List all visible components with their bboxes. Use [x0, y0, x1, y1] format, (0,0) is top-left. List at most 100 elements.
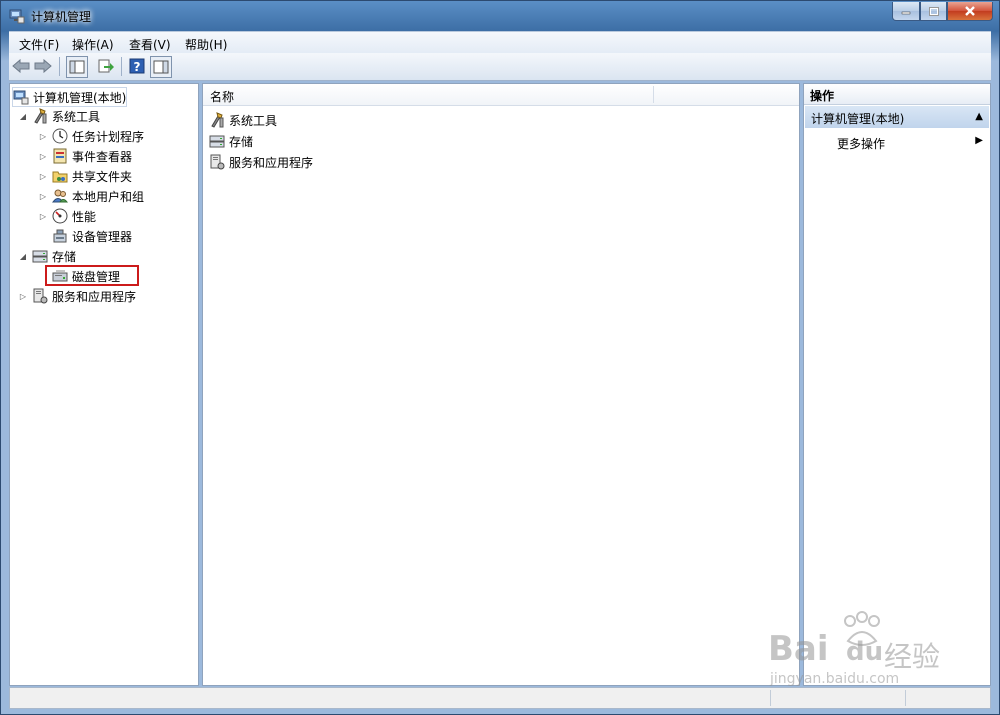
tree-item-label: 系统工具	[52, 109, 101, 124]
app-window: 计算机管理 文件(F) 操作(A) 查看(V) 帮助(H) ? 计算机管理(本地…	[0, 0, 1000, 715]
menu-bar: 文件(F) 操作(A) 查看(V) 帮助(H)	[9, 31, 991, 54]
tree-item-storage[interactable]: ◢ 存储	[18, 247, 76, 265]
actions-pane: 操作 计算机管理(本地) ▲ 更多操作 ▶	[803, 83, 991, 686]
collapsed-triangle-icon[interactable]: ▷	[38, 212, 48, 221]
close-button[interactable]	[947, 2, 993, 21]
menu-view[interactable]: 查看(V)	[129, 36, 171, 53]
show-hide-tree-button[interactable]	[66, 56, 88, 78]
watermark-url: jingyan.baidu.com	[770, 671, 900, 687]
watermark-cn: 经验	[884, 640, 941, 673]
collapsed-triangle-icon[interactable]: ▷	[38, 192, 48, 201]
tree-item-label: 本地用户和组	[72, 189, 145, 204]
tree-item-label: 事件查看器	[72, 149, 133, 164]
maximize-icon	[928, 6, 939, 16]
collapsed-triangle-icon[interactable]: ▷	[18, 292, 28, 301]
console-tree-icon	[69, 60, 85, 74]
device-manager-icon	[52, 228, 68, 244]
status-divider	[905, 690, 906, 706]
annotation-highlight-box	[45, 265, 139, 286]
forward-arrow-icon	[34, 59, 52, 73]
tree-item-label: 任务计划程序	[72, 129, 145, 144]
actions-section-computer-management[interactable]: 计算机管理(本地) ▲	[805, 106, 989, 128]
tree-item-task-scheduler[interactable]: ▷ 任务计划程序	[38, 127, 144, 145]
tree-item-performance[interactable]: ▷ 性能	[38, 207, 96, 225]
tree-item-label: 共享文件夹	[72, 169, 133, 184]
export-list-button[interactable]	[97, 57, 115, 75]
column-header-name[interactable]: 名称	[210, 88, 234, 105]
tree-item-services-apps[interactable]: ▷ 服务和应用程序	[18, 287, 136, 305]
computer-management-icon	[9, 8, 25, 24]
more-actions-label: 更多操作	[837, 137, 886, 151]
actions-header: 操作	[804, 84, 990, 105]
expanded-triangle-icon[interactable]: ◢	[18, 252, 28, 261]
toolbar-separator	[59, 57, 60, 76]
help-icon: ?	[129, 58, 145, 74]
minimize-button[interactable]	[892, 2, 920, 21]
minimize-icon	[901, 11, 911, 15]
show-hide-action-pane-button[interactable]	[150, 56, 172, 78]
shared-folder-icon	[52, 168, 68, 184]
more-actions-item[interactable]: 更多操作 ▶	[805, 132, 989, 152]
storage-icon	[209, 133, 225, 149]
help-button[interactable]: ?	[128, 57, 146, 75]
svg-text:?: ?	[134, 60, 141, 74]
tools-icon	[32, 108, 48, 124]
tree-item-label: 性能	[72, 209, 97, 224]
collapsed-triangle-icon[interactable]: ▷	[38, 172, 48, 181]
collapse-triangle-icon[interactable]: ▲	[975, 111, 983, 122]
back-button[interactable]	[12, 57, 30, 75]
toolbar-separator	[121, 57, 122, 76]
results-pane: 名称 系统工具 存储 服务和应用程序	[202, 83, 800, 686]
computer-management-icon	[13, 89, 29, 105]
event-viewer-icon	[52, 148, 68, 164]
status-divider	[770, 690, 771, 706]
tree-item-label: 服务和应用程序	[52, 289, 137, 304]
watermark-brand: Bai	[768, 629, 829, 669]
tree-item-device-manager[interactable]: 设备管理器	[52, 227, 132, 245]
tree-item-root[interactable]: 计算机管理(本地)	[12, 87, 128, 107]
performance-icon	[52, 208, 68, 224]
submenu-arrow-icon: ▶	[975, 135, 983, 146]
clock-icon	[52, 128, 68, 144]
services-icon	[209, 154, 225, 170]
list-item-services-apps[interactable]: 服务和应用程序	[209, 153, 313, 171]
users-icon	[52, 188, 69, 204]
list-item-label: 存储	[229, 134, 254, 149]
tree-item-event-viewer[interactable]: ▷ 事件查看器	[38, 147, 132, 165]
export-icon	[98, 59, 114, 73]
collapsed-triangle-icon[interactable]: ▷	[38, 152, 48, 161]
title-bar[interactable]: 计算机管理	[1, 1, 999, 31]
tree-item-label: 计算机管理(本地)	[33, 90, 127, 105]
close-icon	[965, 6, 975, 16]
console-tree-pane: 计算机管理(本地) ◢ 系统工具 ▷ 任务计划程序 ▷ 事件查看器 ▷ 共享文件…	[9, 83, 199, 686]
tree-item-label: 设备管理器	[72, 229, 133, 244]
collapsed-triangle-icon[interactable]: ▷	[38, 132, 48, 141]
menu-file[interactable]: 文件(F)	[19, 36, 59, 53]
watermark-brand-du: du	[846, 637, 884, 667]
window-title: 计算机管理	[31, 10, 92, 24]
expanded-triangle-icon[interactable]: ◢	[18, 112, 28, 121]
menu-help[interactable]: 帮助(H)	[185, 36, 227, 53]
column-divider[interactable]	[653, 86, 654, 103]
list-item-system-tools[interactable]: 系统工具	[209, 111, 277, 129]
list-item-storage[interactable]: 存储	[209, 132, 253, 150]
list-item-label: 服务和应用程序	[229, 155, 314, 170]
actions-header-label: 操作	[810, 89, 835, 103]
back-arrow-icon	[12, 59, 30, 73]
maximize-button[interactable]	[920, 2, 947, 21]
tools-icon	[209, 112, 225, 128]
menu-action[interactable]: 操作(A)	[72, 36, 114, 53]
tree-item-label: 存储	[52, 249, 77, 264]
storage-icon	[32, 248, 48, 264]
forward-button[interactable]	[34, 57, 52, 75]
tree-item-shared-folders[interactable]: ▷ 共享文件夹	[38, 167, 132, 185]
services-icon	[32, 288, 48, 304]
toolbar: ?	[9, 53, 991, 81]
tree-item-local-users[interactable]: ▷ 本地用户和组	[38, 187, 144, 205]
action-pane-icon	[153, 60, 169, 74]
tree-item-system-tools[interactable]: ◢ 系统工具	[18, 107, 100, 125]
actions-section-label: 计算机管理(本地)	[811, 112, 905, 126]
watermark: Bai du 经验 jingyan.baidu.com	[766, 611, 966, 691]
list-item-label: 系统工具	[229, 113, 278, 128]
list-header: 名称	[203, 84, 799, 106]
